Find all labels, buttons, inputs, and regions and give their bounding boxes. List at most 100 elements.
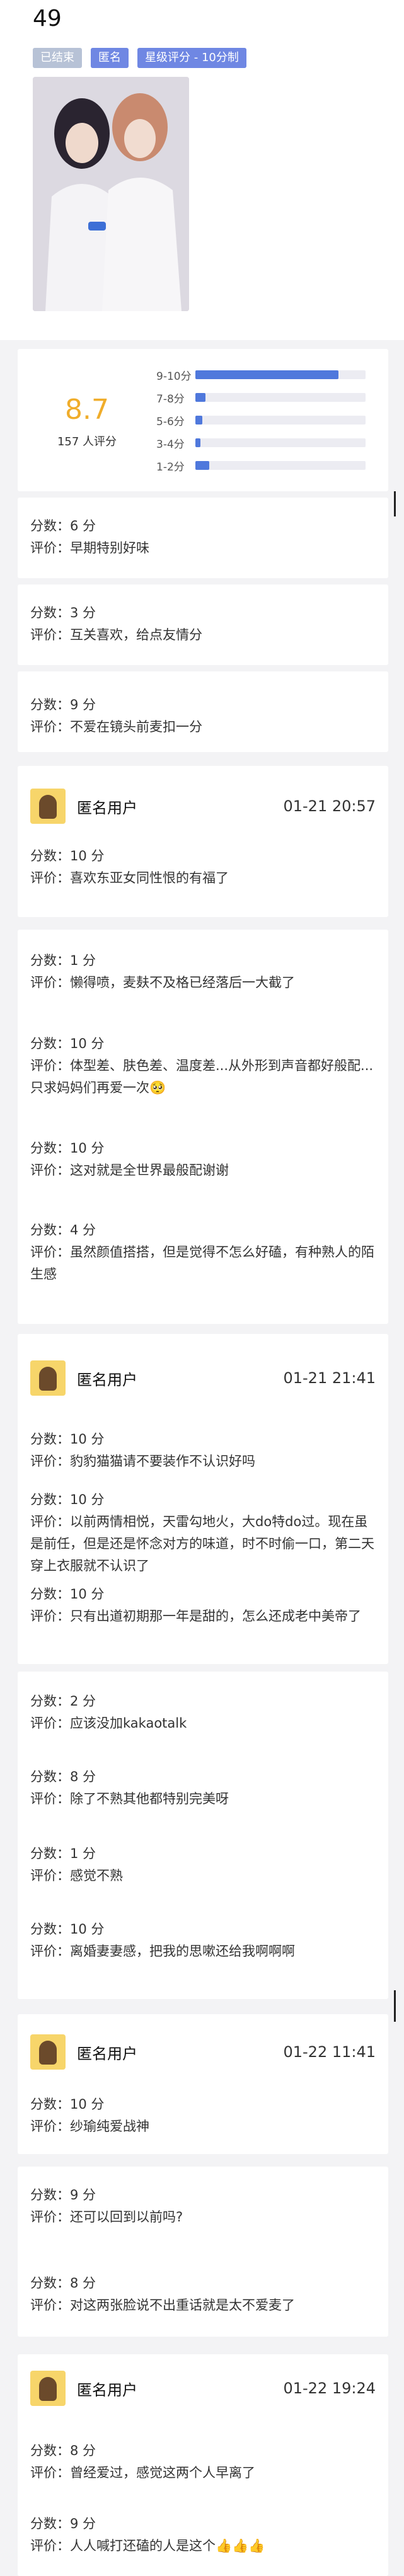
user-avatar[interactable] <box>30 2371 66 2406</box>
review-score: 分数：9 分 <box>30 697 96 712</box>
review-entry: 分数：10 分 评价：只有出道初期那一年是甜的，怎么还成老中美帝了 <box>18 1583 388 1627</box>
average-score: 8.7 157 人评分 <box>18 391 156 449</box>
review-score: 分数：2 分 <box>30 1694 96 1709</box>
rater-count: 157 人评分 <box>57 435 117 448</box>
distribution-label: 7-8分 <box>156 392 185 406</box>
status-tag: 已结束 <box>33 48 82 68</box>
review-card: 匿名用户 01-21 21:41 分数：10 分 评价：豹豹猫猫请不要装作不认识… <box>18 1334 388 1664</box>
review-entry: 分数：10 分 评价：喜欢东亚女同性恨的有福了 <box>18 831 388 889</box>
username[interactable]: 匿名用户 <box>77 2041 283 2063</box>
review-entry: 分数：8 分 评价：对这两张脸说不出重话就是太不爱麦了 <box>18 2272 388 2317</box>
review-score: 分数：9 分 <box>30 2516 96 2531</box>
cover-illustration <box>33 77 189 311</box>
distribution-row: 5-6分 <box>156 409 366 431</box>
review-card: 匿名用户 01-22 11:41 分数：10 分 评价：纱瑜纯爱战神 <box>18 2014 388 2154</box>
review-comment: 评价：纱瑜纯爱战神 <box>30 2119 149 2134</box>
review-score: 分数：10 分 <box>30 1587 105 1602</box>
review-entry: 分数：1 分 评价：感觉不熟 <box>18 1843 388 1887</box>
review-entry: 分数：10 分 评价：离婚妻妻感，把我的思嗽还给我啊啊啊 <box>18 1918 388 1963</box>
tag-list: 已结束 匿名 星级评分 - 10分制 <box>33 48 371 68</box>
scroll-indicator <box>394 491 396 516</box>
review-comment: 评价：喜欢东亚女同性恨的有福了 <box>30 870 229 886</box>
review-card: 分数：6 分 评价：早期特别好味 <box>18 498 388 578</box>
user-header: 匿名用户 01-22 19:24 <box>18 2363 388 2414</box>
review-score: 分数：10 分 <box>30 1432 105 1447</box>
review-comment: 评价：离婚妻妻感，把我的思嗽还给我啊啊啊 <box>30 1944 295 1959</box>
distribution-label: 9-10分 <box>156 370 192 383</box>
review-time: 01-22 19:24 <box>283 2379 376 2397</box>
distribution-row: 9-10分 <box>156 363 366 386</box>
review-score: 分数：10 分 <box>30 1141 105 1156</box>
review-card: 分数：3 分 评价：互关喜欢，给点友情分 <box>18 584 388 665</box>
cover-image[interactable] <box>33 77 189 311</box>
page-title: 49 <box>33 6 62 31</box>
review-comment: 评价：除了不熟其他都特别完美呀 <box>30 1791 229 1806</box>
review-entry: 分数：2 分 评价：应该没加kakaotalk <box>18 1690 388 1735</box>
user-avatar[interactable] <box>30 2034 66 2070</box>
review-score: 分数：10 分 <box>30 1036 105 1051</box>
review-score: 分数：1 分 <box>30 1846 96 1861</box>
review-score: 分数：10 分 <box>30 2097 105 2112</box>
review-score: 分数：10 分 <box>30 1922 105 1937</box>
review-time: 01-22 11:41 <box>283 2043 376 2061</box>
distribution-row: 1-2分 <box>156 454 366 477</box>
review-entry: 分数：9 分 评价：还可以回到以前吗? <box>18 2184 388 2228</box>
review-card: 匿名用户 01-21 20:57 分数：10 分 评价：喜欢东亚女同性恨的有福了 <box>18 766 388 917</box>
review-comment: 评价：这对就是全世界最般配谢谢 <box>30 1163 229 1178</box>
review-comment: 评价：还可以回到以前吗? <box>30 2209 183 2225</box>
review-card: 匿名用户 01-22 19:24 分数：8 分 评价：曾经爱过，感觉这两个人早离… <box>18 2354 388 2576</box>
distribution-fill <box>195 438 201 447</box>
scroll-indicator <box>394 1990 396 2022</box>
review-entry: 分数：10 分 评价：以前两情相悦，天雷勾地火，大do特do过。现在虽是前任，但… <box>18 1489 388 1577</box>
distribution-row: 3-4分 <box>156 431 366 454</box>
distribution-track <box>195 461 366 470</box>
review-entry: 分数：10 分 评价：体型差、肤色差、温度差...从外形到声音都好般配...只求… <box>18 1033 388 1099</box>
review-comment: 评价：早期特别好味 <box>30 540 149 556</box>
review-comment: 评价：懒得喷，麦麸不及格已经落后一大截了 <box>30 975 295 990</box>
username[interactable]: 匿名用户 <box>77 1367 283 1389</box>
distribution-fill <box>195 370 338 379</box>
review-score: 分数：10 分 <box>30 848 105 863</box>
rating-type-tag: 星级评分 - 10分制 <box>137 48 246 68</box>
username[interactable]: 匿名用户 <box>77 2378 283 2400</box>
user-header: 匿名用户 01-21 21:41 <box>18 1353 388 1403</box>
user-avatar[interactable] <box>30 1360 66 1396</box>
review-entry: 分数：4 分 评价：虽然颜值搭搭，但是觉得不怎么好磕，有种熟人的陌生感 <box>18 1219 388 1285</box>
average-value: 8.7 <box>65 394 109 426</box>
review-card: 分数：9 分 评价：不爱在镜头前麦扣一分 <box>18 671 388 752</box>
review-comment: 评价：只有出道初期那一年是甜的，怎么还成老中美帝了 <box>30 1609 361 1624</box>
distribution-label: 1-2分 <box>156 460 185 474</box>
review-comment: 评价：虽然颜值搭搭，但是觉得不怎么好磕，有种熟人的陌生感 <box>30 1245 374 1282</box>
review-score: 分数：10 分 <box>30 1492 105 1507</box>
user-header: 匿名用户 01-21 20:57 <box>18 781 388 831</box>
review-score: 分数：6 分 <box>30 518 96 533</box>
review-entry: 分数：8 分 评价：曾经爱过，感觉这两个人早离了 <box>18 2440 388 2484</box>
review-comment: 评价：曾经爱过，感觉这两个人早离了 <box>30 2465 255 2480</box>
distribution-track <box>195 416 366 425</box>
page: 49 已结束 匿名 星级评分 - 10分制 8.7 157 人评分 9-10分 … <box>0 0 404 2576</box>
distribution-fill <box>195 461 209 470</box>
review-entry: 分数：3 分 评价：互关喜欢，给点友情分 <box>18 584 388 646</box>
user-avatar[interactable] <box>30 789 66 824</box>
username[interactable]: 匿名用户 <box>77 795 283 818</box>
review-score: 分数：8 分 <box>30 1769 96 1784</box>
distribution-label: 3-4分 <box>156 438 185 451</box>
review-entry: 分数：9 分 评价：人人喊打还磕的人是这个👍👍👍 <box>18 2513 388 2557</box>
review-comment: 评价：互关喜欢，给点友情分 <box>30 627 202 642</box>
review-entry: 分数：10 分 评价：纱瑜纯爱战神 <box>18 2077 388 2138</box>
review-comment: 评价：对这两张脸说不出重话就是太不爱麦了 <box>30 2298 295 2313</box>
review-entry: 分数：8 分 评价：除了不熟其他都特别完美呀 <box>18 1766 388 1810</box>
review-comment: 评价：感觉不熟 <box>30 1868 123 1883</box>
review-comment: 评价：体型差、肤色差、温度差...从外形到声音都好般配...只求妈妈们再爱一次🥺 <box>30 1058 374 1095</box>
header: 49 已结束 匿名 星级评分 - 10分制 <box>0 0 404 340</box>
review-comment: 评价：不爱在镜头前麦扣一分 <box>30 719 202 734</box>
distribution-track <box>195 370 366 379</box>
review-score: 分数：9 分 <box>30 2187 96 2203</box>
review-comment: 评价：豹豹猫猫请不要装作不认识好吗 <box>30 1454 255 1469</box>
review-time: 01-21 20:57 <box>283 797 376 815</box>
review-score: 分数：4 分 <box>30 1222 96 1238</box>
distribution-bars: 9-10分 7-8分 5-6分 3-4分 1-2分 <box>156 363 388 477</box>
distribution-label: 5-6分 <box>156 415 185 428</box>
distribution-track <box>195 438 366 447</box>
review-score: 分数：8 分 <box>30 2443 96 2458</box>
